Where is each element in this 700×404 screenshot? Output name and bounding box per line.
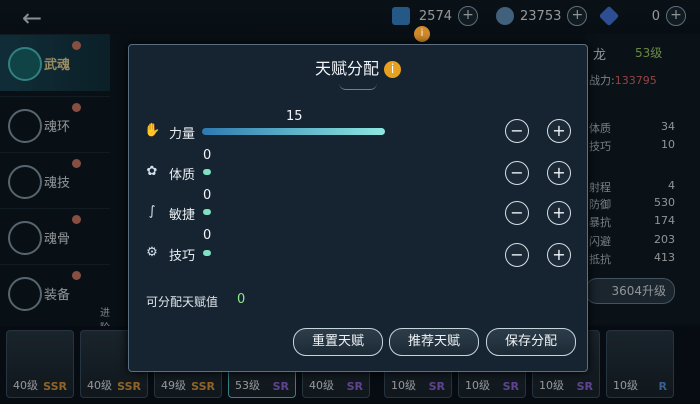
- save-allocation-button[interactable]: 保存分配: [486, 328, 576, 356]
- talent-allocation-dialog: 天赋分配 i 15 ✋ 力量 − + 0 ✿ 体质 − + 0 ∫ 敏捷 − + …: [128, 44, 588, 372]
- skill-plus-button[interactable]: +: [547, 243, 571, 267]
- constitution-label: 体质: [169, 168, 196, 183]
- strength-icon: ✋: [144, 123, 161, 138]
- available-points-value: 0: [237, 292, 246, 307]
- constitution-plus-button[interactable]: +: [547, 161, 571, 185]
- dialog-title-row: 天赋分配 i: [129, 55, 587, 79]
- skill-icon: ⚙: [146, 245, 158, 260]
- agility-progress-bar: [203, 209, 211, 215]
- strength-minus-button[interactable]: −: [505, 119, 529, 143]
- strength-label: 力量: [169, 127, 196, 142]
- agility-plus-button[interactable]: +: [547, 201, 571, 225]
- agility-value: 0: [203, 188, 212, 203]
- constitution-value: 0: [203, 148, 212, 163]
- constitution-progress-bar: [203, 169, 211, 175]
- skill-minus-button[interactable]: −: [505, 243, 529, 267]
- recommend-talent-button[interactable]: 推荐天赋: [389, 328, 479, 356]
- agility-icon: ∫: [148, 204, 156, 219]
- available-points-label: 可分配天赋值: [146, 295, 219, 309]
- strength-value: 15: [286, 109, 303, 124]
- agility-minus-button[interactable]: −: [505, 201, 529, 225]
- skill-label: 技巧: [169, 249, 196, 264]
- dialog-title: 天赋分配: [314, 59, 379, 78]
- title-ornament: [339, 83, 377, 90]
- info-icon[interactable]: i: [384, 61, 401, 78]
- constitution-icon: ✿: [146, 164, 158, 179]
- strength-plus-button[interactable]: +: [547, 119, 571, 143]
- skill-value: 0: [203, 228, 212, 243]
- reset-talent-button[interactable]: 重置天赋: [293, 328, 383, 356]
- skill-progress-bar: [203, 250, 211, 256]
- agility-label: 敏捷: [169, 208, 196, 223]
- strength-progress-bar: [202, 128, 385, 135]
- constitution-minus-button[interactable]: −: [505, 161, 529, 185]
- info-badge-icon[interactable]: i: [414, 26, 430, 42]
